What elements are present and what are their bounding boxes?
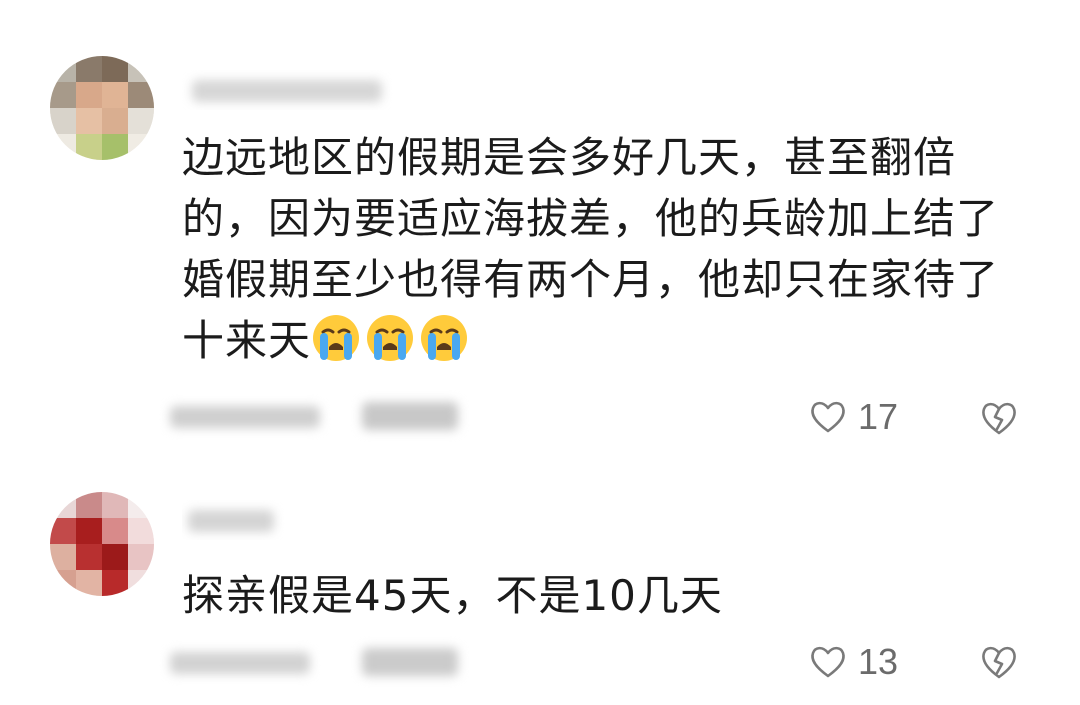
emoji-group <box>311 315 473 365</box>
like-count: 17 <box>858 396 899 437</box>
heart-icon <box>811 646 845 678</box>
comment-body: 边远地区的假期是会多好几天，甚至翻倍的，因为要适应海拔差，他的兵龄加上结了婚假期… <box>182 133 1000 365</box>
username[interactable] <box>182 70 402 110</box>
like-count: 13 <box>858 641 899 682</box>
loudly-crying-face-icon <box>367 315 414 361</box>
dislike-button[interactable] <box>978 641 1020 683</box>
comment-list: 边远地区的假期是会多好几天，甚至翻倍的，因为要适应海拔差，他的兵龄加上结了婚假期… <box>0 0 1080 705</box>
pixelated-avatar-image <box>50 492 154 596</box>
comment-meta-blurred <box>170 396 470 436</box>
comment-text: 探亲假是45天，不是10几天 <box>182 565 1012 626</box>
avatar[interactable] <box>50 56 154 160</box>
comment-meta-blurred <box>170 642 470 682</box>
like-button[interactable]: 13 <box>808 639 898 685</box>
comment-text: 边远地区的假期是会多好几天，甚至翻倍的，因为要适应海拔差，他的兵龄加上结了婚假期… <box>182 127 1012 371</box>
username[interactable] <box>182 500 302 540</box>
loudly-crying-face-icon <box>421 315 468 361</box>
comment-body: 探亲假是45天，不是10几天 <box>182 571 723 620</box>
avatar[interactable] <box>50 492 154 596</box>
comment-item: 探亲假是45天，不是10几天 13 <box>0 470 1080 705</box>
dislike-button[interactable] <box>978 397 1020 439</box>
broken-heart-icon <box>982 646 1016 679</box>
heart-icon <box>811 401 845 433</box>
loudly-crying-face-icon <box>313 315 360 361</box>
pixelated-avatar-image <box>50 56 154 160</box>
like-button[interactable]: 17 <box>808 394 898 440</box>
comment-item: 边远地区的假期是会多好几天，甚至翻倍的，因为要适应海拔差，他的兵龄加上结了婚假期… <box>0 0 1080 470</box>
broken-heart-icon <box>982 402 1016 435</box>
